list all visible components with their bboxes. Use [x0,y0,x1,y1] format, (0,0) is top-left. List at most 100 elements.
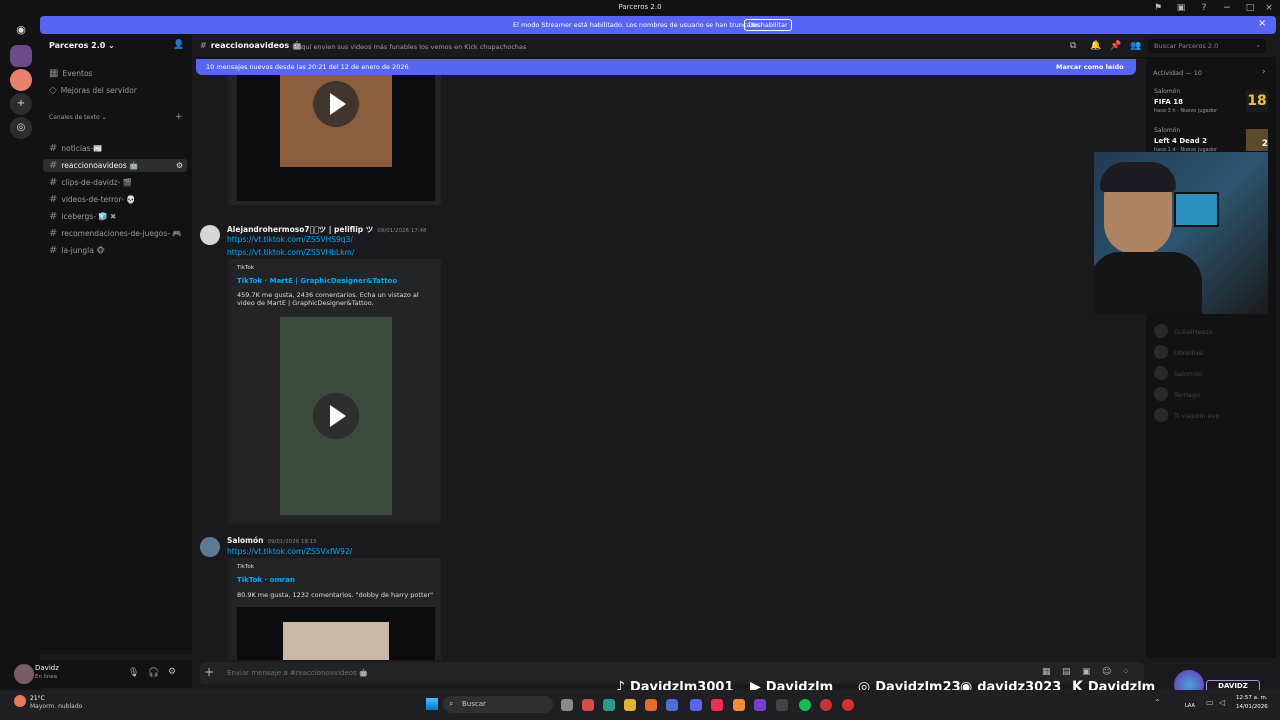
new-messages-bar[interactable]: 10 mensajes nuevos desde las 20:21 del 1… [196,59,1136,75]
discord-taskbar-icon[interactable] [690,699,702,711]
disable-button[interactable]: Deshabilitar [744,19,792,31]
app-icon[interactable] [645,699,657,711]
channel-item[interactable]: # noticias-📰 [43,142,187,155]
task-view-icon[interactable] [561,699,573,711]
discord-home-icon[interactable]: ◉ [10,19,32,41]
explorer-icon[interactable] [624,699,636,711]
message-link[interactable]: https://vt.tiktok.com/ZS5VxfW92/ [227,547,352,556]
headphones-icon[interactable]: 🎧 [148,668,159,678]
channel-item[interactable]: # la-jungla 🐵 [43,244,187,257]
member-item[interactable]: Ti viejotin evo [1152,408,1272,424]
message-author[interactable]: Salomón 09/01/2026 18:15 [227,536,317,545]
member-name: GulielHeeze [1174,328,1213,336]
category-text-channels[interactable]: Canales de texto ⌄ [49,114,107,121]
app-icon[interactable] [842,699,854,711]
add-server-icon[interactable]: + [10,93,32,115]
activity-card[interactable]: Salomón FIFA 18 hace 3 h · Nuevo jugador… [1150,86,1272,120]
pin-icon[interactable]: 📌 [1110,41,1121,51]
server-icon-second[interactable] [10,69,32,91]
server-icon-parceros[interactable] [10,45,32,67]
mark-read-button[interactable]: Marcar como leído [1056,63,1124,71]
members-icon[interactable]: 👥 [1130,41,1141,51]
gift-icon[interactable]: ▦ [1042,667,1051,677]
add-attachment-icon[interactable]: + [204,665,214,679]
app-icon[interactable] [666,699,678,711]
windows-start-icon[interactable] [426,698,438,710]
channel-settings-icon[interactable]: ⚙ [176,159,183,172]
network-icon[interactable]: ▭ [1206,698,1214,707]
hash-icon: # [49,177,58,188]
help-icon[interactable]: ? [1197,2,1211,14]
message-link[interactable]: https://vt.tiktok.com/ZS5VHS9q3/ [227,235,353,244]
channel-item[interactable]: # videos-de-terror- 💀 [43,193,187,206]
chevron-right-icon[interactable]: › [1262,67,1266,77]
screen-icon[interactable]: ▣ [1174,2,1188,14]
member-item[interactable]: Ubredixe [1152,345,1272,361]
gif-icon[interactable]: ▤ [1062,667,1071,677]
settings-icon[interactable]: ⚙ [168,667,176,677]
close-window-icon[interactable]: × [1262,2,1276,14]
emoji-icon[interactable]: ☺ [1102,667,1111,677]
channel-label: recomendaciones-de-juegos- 🎮 [61,229,182,238]
message-link[interactable]: https://vt.tiktok.com/ZS5VHbLkm/ [227,248,354,257]
member-item[interactable]: Salomón [1152,366,1272,382]
events-item[interactable]: ▦ Eventos [49,68,92,79]
streamer-mode-banner: El modo Streamer está habilitado. Los no… [40,16,1276,34]
firefox-icon[interactable] [733,699,745,711]
invite-icon[interactable]: 👤 [173,40,184,50]
mic-icon[interactable]: 🎙 [128,668,139,678]
close-icon[interactable]: × [1258,18,1266,29]
clock-date[interactable]: 14/01/2026 [1236,704,1268,710]
threads-icon[interactable]: ⧉ [1070,41,1076,51]
spotify-icon[interactable] [799,699,811,711]
video-frame [283,622,389,660]
app-icon[interactable] [776,699,788,711]
taskbar-search[interactable]: Buscar [443,696,553,713]
play-icon[interactable] [313,81,359,127]
volume-icon[interactable]: ◁ [1219,698,1225,707]
streamer-cap [1100,162,1176,192]
tray-chevron-icon[interactable]: ⌃ [1154,698,1161,707]
member-item[interactable]: GulielHeeze [1152,324,1272,340]
avatar[interactable] [200,537,220,557]
app-icon[interactable] [820,699,832,711]
embed-title[interactable]: TikTok · omran [237,576,295,584]
boosts-item[interactable]: ◇ Mejoras del servidor [49,85,137,96]
channel-item[interactable]: # recomendaciones-de-juegos- 🎮 [43,227,187,240]
game-badge: 18 [1246,90,1268,112]
sticker-icon[interactable]: ▣ [1082,667,1091,677]
channel-item[interactable]: # icebergs- 🧊 ✖ [43,210,187,223]
app-icon[interactable] [754,699,766,711]
video-thumbnail[interactable] [237,75,435,201]
inbox-icon[interactable]: ⚑ [1151,2,1165,14]
channel-item[interactable]: # clips-de-davidz- 🎬 [43,176,187,189]
language-indicator[interactable]: LAA [1185,703,1195,709]
activity-panel: Actividad — 10 › Salomón FIFA 18 hace 3 … [1146,58,1276,658]
maximize-icon[interactable]: □ [1243,2,1257,14]
video-thumbnail[interactable] [237,607,435,660]
search-icon: ⌕ [449,699,454,708]
boost-icon: ◇ [49,85,57,96]
edge-icon[interactable] [603,699,615,711]
streamer-shirt [1094,252,1202,314]
weather-icon[interactable] [14,695,26,707]
member-item[interactable]: TerrIago [1152,387,1272,403]
channel-item[interactable]: # reaccionoavideos 🤖 ⚙ [43,159,187,172]
clock-time[interactable]: 12:57 a. m. [1236,695,1268,701]
apps-icon[interactable]: ⁘ [1122,667,1130,677]
video-thumbnail[interactable] [237,317,435,515]
activity-game: FIFA 18 [1154,98,1183,106]
tiktok-taskbar-icon[interactable] [711,699,723,711]
app-icon[interactable] [582,699,594,711]
add-channel-icon[interactable]: + [175,112,183,122]
minimize-icon[interactable]: − [1220,2,1234,14]
explore-icon[interactable]: ◎ [10,117,32,139]
play-icon[interactable] [313,393,359,439]
bell-icon[interactable]: 🔔 [1090,41,1101,51]
search-input[interactable]: Buscar Parceros 2.0 ⌕ [1148,39,1266,53]
avatar[interactable] [14,664,34,684]
embed-title[interactable]: TikTok · MartE | GraphicDesigner&Tattoo [237,277,397,285]
message-author[interactable]: Alejandrohermoso7ア⃒ツ | peliflip ツ 09/01/2… [227,224,427,235]
server-name[interactable]: Parceros 2.0 ⌄ [49,41,115,50]
avatar[interactable] [200,225,220,245]
